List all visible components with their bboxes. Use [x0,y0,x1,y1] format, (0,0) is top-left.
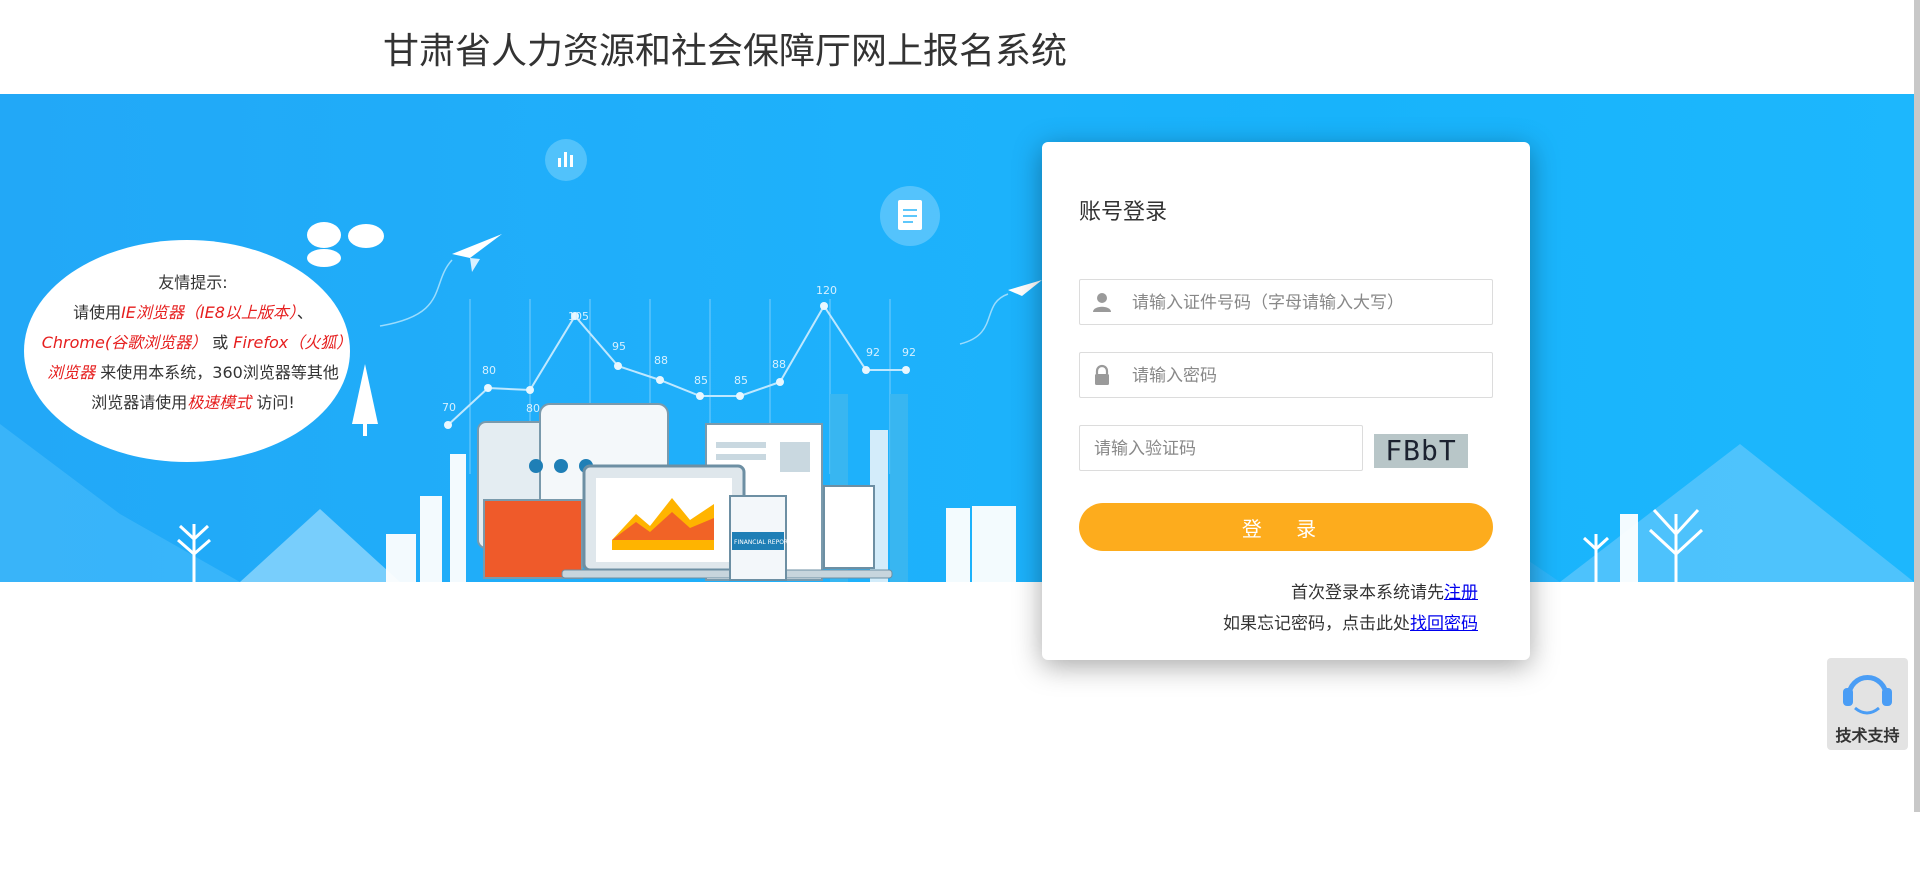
page-title: 甘肃省人力资源和社会保障厅网上报名系统 [383,31,1068,72]
tips-prefix: 请使用 [73,303,122,322]
register-link[interactable]: 注册 [1444,583,1478,603]
user-icon [1093,293,1111,312]
chart-label: 80 [482,364,496,377]
password-field[interactable] [1079,352,1493,399]
chart-label: 120 [816,284,837,297]
chart-label: 95 [612,340,626,353]
financial-report-label: FINANCIAL REPORT [734,539,792,546]
chart-label: 92 [902,346,916,359]
tips-text: 友情提示: 请使用IE浏览器（IE8以上版本）、 Chrome(谷歌浏览器） 或… [40,268,346,418]
scrollbar-thumb[interactable] [1914,0,1920,812]
header: 甘肃省人力资源和社会保障厅网上报名系统 [0,0,1920,94]
captcha-image[interactable]: FBbT [1374,434,1468,468]
tips-speed-mode: 极速模式 [187,393,252,412]
captcha-field[interactable] [1079,425,1363,472]
chart-label: 105 [568,310,589,323]
scrollbar[interactable] [1914,0,1920,812]
tips-sep: 、 [296,303,313,322]
lock-icon [1095,364,1109,385]
tips-title: 友情提示: [158,273,228,292]
headset-icon [1843,675,1892,715]
chart-label: 88 [654,354,668,367]
tips-suffix: 访问! [256,393,295,412]
login-title: 账号登录 [1079,200,1168,225]
login-button[interactable]: 登 录 [1079,503,1493,551]
tech-support-label: 技术支持 [1835,726,1900,745]
bubble-dot [307,222,341,248]
tech-support-button[interactable]: 技术支持 [1827,658,1908,750]
bubble-dot [348,224,384,248]
tips-ie: IE浏览器（IE8以上版本） [121,303,297,322]
password-input[interactable] [1130,353,1484,399]
bubble-dot [307,249,341,267]
chart-label: 92 [866,346,880,359]
tips-chrome: Chrome(谷歌浏览器） [41,333,208,352]
chart-label: 88 [772,358,786,371]
tips-or: 或 [212,333,229,352]
account-links: 首次登录本系统请先注册 如果忘记密码，点击此处找回密码 [1223,578,1478,640]
forgot-prefix: 如果忘记密码，点击此处 [1223,614,1410,634]
register-prefix: 首次登录本系统请先 [1291,583,1444,603]
chart-label: 70 [442,401,456,414]
register-line: 首次登录本系统请先注册 [1223,578,1478,609]
chart-label: 80 [526,402,540,415]
captcha-input[interactable] [1092,426,1356,472]
tips-body: 请使用IE浏览器（IE8以上版本）、 Chrome(谷歌浏览器） 或 Firef… [40,298,346,418]
id-input[interactable] [1130,280,1484,326]
login-panel: 账号登录 FBbT 登 录 首次登录本系统请先注册 如果忘记密码，点击此处找回密… [1042,142,1530,660]
chart-label: 85 [734,374,748,387]
forgot-password-link[interactable]: 找回密码 [1410,614,1478,634]
forgot-line: 如果忘记密码，点击此处找回密码 [1223,609,1478,640]
chart-label: 85 [694,374,708,387]
id-field[interactable] [1079,279,1493,326]
